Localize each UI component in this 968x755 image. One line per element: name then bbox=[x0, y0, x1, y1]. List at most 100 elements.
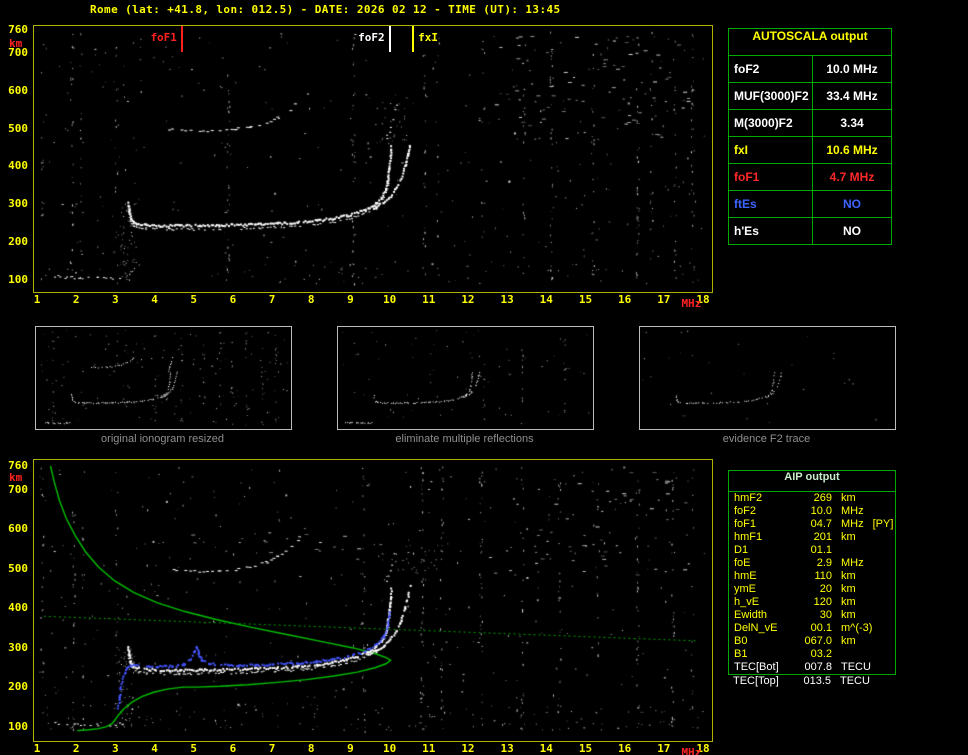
x-axis-tick: 13 bbox=[500, 742, 514, 755]
panel-eliminate-canvas bbox=[338, 327, 591, 427]
y-axis-tick: 200 bbox=[8, 680, 28, 694]
x-axis-tick: 4 bbox=[151, 742, 158, 755]
row-value: 30 bbox=[819, 609, 832, 621]
row-unit: km bbox=[841, 531, 856, 543]
x-axis-tick: 5 bbox=[190, 293, 198, 306]
marker-line-foF2 bbox=[388, 26, 391, 52]
aip-output-table: AIP output hmF2 269 km foF2 10.0 MHz foF1 04.7 M… bbox=[728, 470, 896, 688]
table-row: fxI 10.6 MHz bbox=[729, 137, 891, 164]
row-label: MUF(3000)F2 bbox=[729, 83, 813, 109]
table-row: h'Es NO bbox=[729, 218, 891, 244]
row-value: 120 bbox=[813, 596, 832, 608]
table-row: ymE 20 km bbox=[729, 583, 895, 596]
row-unit: TECU bbox=[841, 661, 871, 673]
table-row: foE 2.9 MHz bbox=[729, 557, 895, 570]
x-axis-tick: 13 bbox=[500, 293, 514, 306]
x-axis-tick: 7 bbox=[268, 293, 276, 306]
row-label: foF1 bbox=[729, 164, 813, 190]
x-axis-tick: 5 bbox=[190, 742, 198, 755]
row-label: DelN_vE bbox=[734, 622, 778, 634]
table-row: foF1 4.7 MHz bbox=[729, 164, 891, 191]
x-axis-tick: 9 bbox=[347, 293, 354, 306]
y-axis-unit-label: km bbox=[9, 37, 23, 50]
table-row: hmF1 201 km bbox=[729, 531, 895, 544]
x-axis-tick: 14 bbox=[539, 742, 553, 755]
table-row: TEC[Bot] 007.8 TECU bbox=[729, 661, 895, 674]
ionogram-aip-canvas bbox=[34, 460, 710, 739]
row-label: foF1 bbox=[734, 518, 757, 530]
row-label: fxI bbox=[729, 137, 813, 163]
row-label: ymE bbox=[734, 583, 756, 595]
row-label: foF2 bbox=[734, 505, 757, 517]
table-row: ftEs NO bbox=[729, 191, 891, 218]
x-axis-tick: 11 bbox=[422, 742, 436, 755]
row-label: M(3000)F2 bbox=[729, 110, 813, 136]
table-row: MUF(3000)F2 33.4 MHz bbox=[729, 83, 891, 110]
row-label: B0 bbox=[734, 635, 748, 647]
row-value: NO bbox=[843, 197, 861, 211]
x-axis-tick: 15 bbox=[578, 293, 593, 306]
table-row: B1 03.2 bbox=[729, 648, 895, 661]
y-axis-tick: 600 bbox=[8, 83, 28, 97]
x-axis-tick: 3 bbox=[112, 293, 119, 306]
aip-table-header: AIP output bbox=[729, 471, 895, 492]
row-unit: MHz bbox=[841, 505, 864, 517]
table-row: B0 067.0 km bbox=[729, 635, 895, 648]
row-value: 3.34 bbox=[840, 116, 864, 130]
x-axis-tick: 16 bbox=[618, 293, 632, 306]
row-value: 33.4 MHz bbox=[826, 89, 878, 103]
panel-eliminate-reflections bbox=[337, 326, 594, 430]
x-axis-tick: 2 bbox=[72, 293, 80, 306]
x-axis-tick: 15 bbox=[578, 742, 593, 755]
table-row: foF1 04.7 MHz [PY] bbox=[729, 518, 895, 531]
row-value: 01.1 bbox=[810, 544, 832, 556]
panel-original-ionogram bbox=[35, 326, 292, 430]
x-axis-tick: 10 bbox=[382, 742, 397, 755]
marker-label-foF2: foF2 bbox=[358, 31, 385, 44]
row-value: NO bbox=[843, 224, 861, 238]
x-axis-tick: 9 bbox=[347, 742, 354, 755]
x-axis-tick: 6 bbox=[229, 742, 237, 755]
row-value: 10.6 MHz bbox=[826, 143, 878, 157]
table-row: hmE 110 km bbox=[729, 570, 895, 583]
marker-label-fxI: fxI bbox=[418, 31, 438, 44]
row-label: Ewidth bbox=[734, 609, 768, 621]
table-row: Ewidth 30 km bbox=[729, 609, 895, 622]
y-axis-tick: 300 bbox=[8, 197, 28, 211]
page-title: Rome (lat: +41.8, lon: 012.5) - DATE: 20… bbox=[90, 3, 561, 16]
y-axis-tick: 500 bbox=[8, 561, 28, 575]
x-axis-unit-label: MHz bbox=[681, 297, 702, 310]
table-row: DelN_vE 00.1 m^(-3) bbox=[729, 622, 895, 635]
x-axis-tick: 16 bbox=[618, 742, 632, 755]
aip-table-box: AIP output hmF2 269 km foF2 10.0 MHz foF1 04.7 M… bbox=[728, 470, 896, 675]
row-unit: km bbox=[841, 492, 856, 504]
aip-table-outside: TEC[Top] 013.5 TECU bbox=[728, 675, 896, 688]
x-axis-tick: 12 bbox=[461, 293, 475, 306]
row-value: 4.7 MHz bbox=[829, 170, 875, 184]
y-axis-tick: 700 bbox=[8, 482, 28, 496]
row-unit: MHz bbox=[841, 518, 864, 530]
row-label: hmF2 bbox=[734, 492, 763, 504]
y-axis-tick: 100 bbox=[8, 273, 28, 287]
x-axis-tick: 17 bbox=[657, 742, 671, 755]
x-axis-tick: 1 bbox=[33, 742, 41, 755]
table-row: M(3000)F2 3.34 bbox=[729, 110, 891, 137]
row-label: foE bbox=[734, 557, 751, 569]
panel-caption-original: original ionogram resized bbox=[101, 433, 224, 445]
table-row: D1 01.1 bbox=[729, 544, 895, 557]
x-axis-tick: 12 bbox=[461, 742, 475, 755]
row-value: 269 bbox=[813, 492, 832, 504]
row-value: 20 bbox=[819, 583, 832, 595]
row-value: 2.9 bbox=[816, 557, 832, 569]
y-axis-unit-label: km bbox=[9, 471, 23, 484]
row-unit: km bbox=[841, 635, 856, 647]
row-value: 110 bbox=[814, 570, 832, 582]
y-axis-tick: 400 bbox=[8, 601, 28, 615]
aip-table-body: hmF2 269 km foF2 10.0 MHz foF1 04.7 MHz [PY] hmF1 2… bbox=[729, 492, 895, 674]
row-label: h'Es bbox=[729, 218, 813, 244]
row-unit: km bbox=[841, 596, 856, 608]
row-label: D1 bbox=[734, 544, 749, 556]
panel-evidence-f2 bbox=[639, 326, 896, 430]
row-value: 10.0 bbox=[810, 505, 832, 517]
y-axis-tick: 500 bbox=[8, 121, 28, 135]
